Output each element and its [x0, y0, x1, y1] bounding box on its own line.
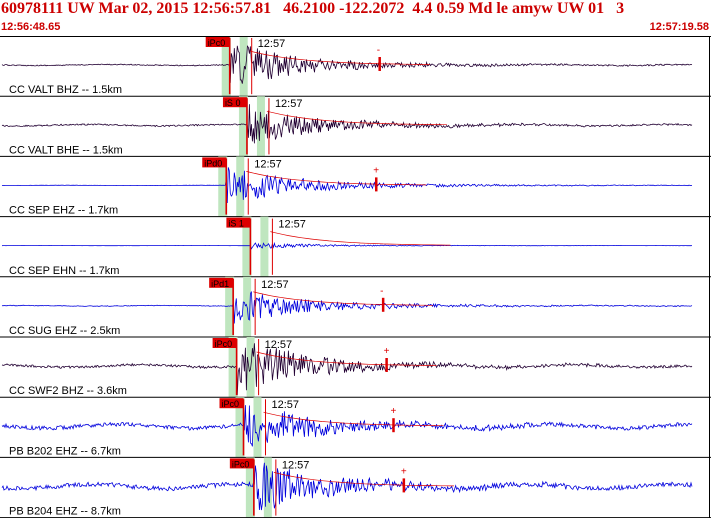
channel-label: CC SEP EHN -- 1.7km — [9, 265, 119, 277]
waveform-svg[interactable]: iPc0 12:57 - CC VALT BHZ -- 1.5km iS 0 12:57 C… — [0, 36, 711, 519]
time-mark: 12:57 — [282, 459, 310, 471]
pick-window-shade — [239, 36, 248, 97]
channel-label: CC SWF2 BHZ -- 3.6km — [9, 385, 127, 397]
coda-fit-curve — [249, 50, 430, 65]
coda-fit-curve — [270, 231, 451, 246]
pick-label[interactable]: iPd1 — [211, 279, 229, 289]
waveform-trace[interactable] — [1, 167, 693, 204]
waveform-trace[interactable] — [1, 104, 693, 144]
coda-marker-sign: - — [380, 286, 383, 297]
coda-fit-curve — [253, 291, 434, 306]
waveform-panel[interactable]: iPc0 12:57 - CC VALT BHZ -- 1.5km iS 0 12:57 C… — [0, 36, 711, 519]
coda-marker-sign: + — [384, 346, 390, 357]
event-title: 60978111 UW Mar 02, 2015 12:56:57.81 46.… — [1, 0, 625, 17]
waveform-trace[interactable] — [1, 462, 693, 511]
channel-label: CC SUG EHZ -- 2.5km — [9, 325, 120, 337]
time-mark: 12:57 — [258, 38, 286, 50]
coda-fit-curve — [263, 411, 444, 427]
coda-marker-sign: + — [373, 165, 379, 176]
channel-label: CC VALT BHZ -- 1.5km — [9, 84, 122, 96]
event-header: 60978111 UW Mar 02, 2015 12:56:57.81 46.… — [0, 0, 711, 36]
coda-marker-sign: + — [391, 406, 397, 417]
pick-label[interactable]: iPc0 — [215, 339, 233, 349]
pick-label[interactable]: iS 0 — [225, 98, 241, 108]
pick-window-shade — [260, 216, 269, 277]
time-mark: 12:57 — [261, 279, 289, 291]
channel-label: PB B204 EHZ -- 8.7km — [9, 506, 121, 518]
window-end-time: 12:57:19.58 — [649, 21, 709, 33]
time-mark: 12:57 — [272, 399, 300, 411]
pick-label[interactable]: iPd0 — [204, 158, 222, 168]
time-mark: 12:57 — [275, 98, 303, 110]
waveform-trace[interactable] — [1, 45, 693, 84]
pick-label[interactable]: iPc0 — [222, 399, 240, 409]
time-mark: 12:57 — [254, 158, 282, 170]
pick-label[interactable]: iS 1 — [228, 219, 244, 229]
waveform-trace[interactable] — [1, 405, 693, 447]
channel-label: CC SEP EHZ -- 1.7km — [9, 205, 118, 217]
window-start-time: 12:56:48.65 — [1, 21, 61, 33]
coda-marker-sign: - — [377, 45, 380, 56]
channel-label: CC VALT BHE -- 1.5km — [9, 144, 123, 156]
waveform-trace[interactable] — [1, 241, 693, 250]
pick-label[interactable]: iPc0 — [208, 38, 226, 48]
coda-marker-sign: + — [401, 466, 407, 477]
time-mark: 12:57 — [278, 219, 306, 231]
pick-label[interactable]: iPc0 — [232, 459, 250, 469]
waveform-trace[interactable] — [1, 291, 693, 324]
time-mark: 12:57 — [265, 339, 293, 351]
channel-label: PB B202 EHZ -- 6.7km — [9, 445, 121, 457]
